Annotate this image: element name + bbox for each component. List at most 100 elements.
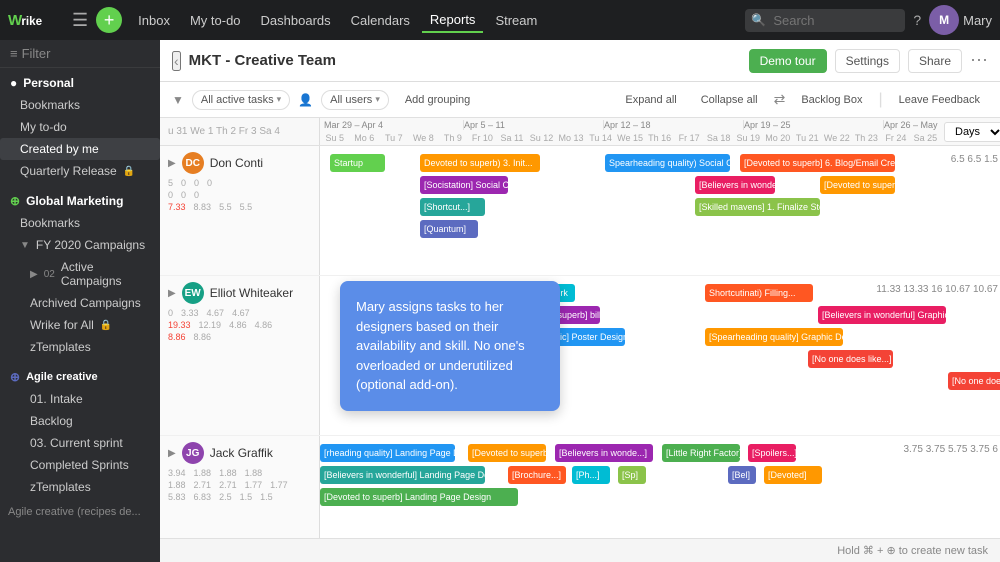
task-bar[interactable]: Startup (330, 154, 385, 172)
task-bar[interactable]: [Believers in wonde... (695, 176, 775, 194)
sidebar-item-personal[interactable]: ● Personal (0, 72, 160, 94)
content-area: ‹ MKT - Creative Team Demo tour Settings… (160, 40, 1000, 562)
sidebar-item-created-by-me[interactable]: Created by me (0, 138, 160, 160)
sidebar-item-backlog[interactable]: Backlog (0, 410, 160, 432)
task-bar[interactable]: [Bel] (728, 466, 756, 484)
date-group-2: Apr 5 – 11 (464, 120, 604, 130)
lock-icon: 🔒 (123, 166, 135, 177)
task-bar[interactable]: [Devoted to superb] Landing Page Design (320, 488, 518, 506)
person-name-elliot: Elliot Whiteaker (210, 286, 293, 300)
sidebar-item-quarterly-release[interactable]: Quarterly Release 🔒 (0, 160, 160, 182)
sidebar-item-completed-sprints[interactable]: Completed Sprints (0, 454, 160, 476)
nav-reports[interactable]: Reports (422, 8, 484, 33)
task-bar[interactable]: [Quantum] (420, 220, 478, 238)
hamburger-menu-button[interactable]: ☰ (68, 7, 92, 33)
back-button[interactable]: ‹ (172, 51, 181, 71)
personal-section: ● Personal Bookmarks My to-do Created by… (0, 68, 160, 186)
agile-icon: ⊕ (10, 370, 20, 384)
filter-label: Filter (22, 46, 51, 61)
task-bar[interactable]: [Spearheading quality] Graphic Design Wo… (705, 328, 843, 346)
content-toolbar: ‹ MKT - Creative Team Demo tour Settings… (160, 40, 1000, 82)
date-group-3: Apr 12 – 18 (604, 120, 744, 130)
person-numbers-don2: 000 (168, 190, 311, 200)
task-bar[interactable]: [Believers in wonderful] Landing Page De… (320, 466, 485, 484)
more-options-icon[interactable]: ⋯ (970, 50, 988, 71)
nav-mytodo[interactable]: My to-do (182, 9, 249, 32)
task-bar[interactable]: [Ph...] (572, 466, 610, 484)
person-numbers-don3: 7.338.835.55.5 (168, 202, 311, 212)
task-bar[interactable]: [Brochure...] (508, 466, 566, 484)
sidebar-item-global-bookmarks[interactable]: Bookmarks (0, 212, 160, 234)
task-bar[interactable]: [Devoted to superb] 6. Blog/Email Creati… (740, 154, 895, 172)
nav-dashboards[interactable]: Dashboards (253, 9, 339, 32)
date-group-4: Apr 19 – 25 (744, 120, 884, 130)
task-bar[interactable]: Shortcutinati) Filling... (705, 284, 813, 302)
search-input[interactable] (745, 9, 905, 32)
share-button[interactable]: Share (908, 49, 962, 73)
sidebar-item-bookmarks[interactable]: Bookmarks (0, 94, 160, 116)
filter-icon: ≡ (10, 46, 18, 61)
task-bar[interactable]: [rheading quality] Landing Page Design (320, 444, 455, 462)
avatar[interactable]: M (929, 5, 959, 35)
add-grouping-button[interactable]: Add grouping (397, 91, 478, 109)
sidebar-filter[interactable]: ≡ Filter (0, 40, 160, 68)
chevron-icon[interactable]: ▶ (168, 158, 176, 169)
date-group-1: Mar 29 – Apr 4 (324, 120, 464, 130)
sidebar-item-mytodo[interactable]: My to-do (0, 116, 160, 138)
task-bar[interactable]: [Devoted to superb] - (468, 444, 546, 462)
help-button[interactable]: ? (909, 8, 925, 32)
sidebar-item-fy2020[interactable]: ▼ FY 2020 Campaigns (0, 234, 160, 256)
sidebar-item-current-sprint[interactable]: 03. Current sprint (0, 432, 160, 454)
task-bar[interactable]: [Devoted to superb] S... (820, 176, 895, 194)
task-bar[interactable]: [No one does like...] (808, 350, 893, 368)
users-filter-chip[interactable]: All users ▾ (321, 90, 389, 110)
task-bar[interactable]: Spearheading quality) Social Con... (605, 154, 730, 172)
sidebar-item-agile-recipes[interactable]: Agile creative (recipes de... (0, 502, 160, 522)
sidebar-item-agile-creative[interactable]: ⊕ Agile creative (0, 366, 160, 388)
task-bar[interactable]: [Believers in wonde...] (555, 444, 653, 462)
leave-feedback-button[interactable]: Leave Feedback (891, 91, 988, 109)
sidebar-item-ztemplates-global[interactable]: zTemplates (0, 336, 160, 358)
gantt-chart-don: Startup Devoted to superb) 3. Init... Sp… (320, 146, 1000, 275)
sidebar-item-ztemplates-agile[interactable]: zTemplates (0, 476, 160, 498)
task-bar[interactable]: [No one does lik...] (948, 372, 1000, 390)
person-numbers-jack2: 1.882.712.711.771.77 (168, 480, 311, 490)
sidebar-item-active-campaigns[interactable]: ▶ 02 Active Campaigns (0, 256, 160, 292)
expand-all-button[interactable]: Expand all (617, 91, 684, 109)
chevron-icon[interactable]: ▶ (168, 288, 176, 299)
task-bar[interactable]: [Devoted] (764, 466, 822, 484)
page-title: MKT - Creative Team (189, 52, 336, 69)
sidebar-item-global-marketing[interactable]: ⊕ Global Marketing (0, 190, 160, 212)
demo-tour-button[interactable]: Demo tour (749, 49, 827, 73)
sync-icon[interactable]: ⇄ (774, 91, 786, 108)
nav-calendars[interactable]: Calendars (343, 9, 418, 32)
task-bar[interactable]: [Socistation] Social Co... (420, 176, 508, 194)
task-bar[interactable]: [Skilled mavens] 1. Finalize Storyboard (695, 198, 820, 216)
task-bar[interactable]: [Believers in wonderful] Graphic D... (818, 306, 946, 324)
task-bar[interactable]: [Shortcut...] (420, 198, 485, 216)
gantt-dates: Mar 29 – Apr 4 Apr 5 – 11 Apr 12 – 18 Ap… (320, 118, 940, 145)
task-bar[interactable]: [Sp] (618, 466, 646, 484)
sidebar-item-wrike-for-all[interactable]: Wrike for All 🔒 (0, 314, 160, 336)
add-button[interactable]: + (96, 7, 122, 33)
divider: | (879, 91, 883, 109)
task-bar[interactable]: Devoted to superb) 3. Init... (420, 154, 540, 172)
backlog-box-button[interactable]: Backlog Box (793, 91, 870, 109)
task-bar[interactable]: [Little Right Factor] P... (662, 444, 740, 462)
person-numbers-elliot3: 8.868.86 (168, 332, 311, 342)
sidebar-item-intake[interactable]: 01. Intake (0, 388, 160, 410)
users-filter-label: All users (330, 94, 372, 106)
settings-button[interactable]: Settings (835, 49, 900, 73)
nav-inbox[interactable]: Inbox (130, 9, 178, 32)
sidebar-item-archived-campaigns[interactable]: Archived Campaigns (0, 292, 160, 314)
chevron-down-icon: ▾ (375, 94, 380, 105)
nav-stream[interactable]: Stream (487, 9, 545, 32)
tasks-filter-chip[interactable]: All active tasks ▾ (192, 90, 290, 110)
days-select[interactable]: Days (944, 122, 1000, 142)
person-numbers-don: 5000 (168, 178, 311, 188)
app-logo[interactable]: W rike (8, 9, 58, 31)
chevron-icon[interactable]: ▶ (168, 448, 176, 459)
task-bar[interactable]: [Spoilers...] (748, 444, 796, 462)
collapse-all-button[interactable]: Collapse all (693, 91, 766, 109)
username-label[interactable]: Mary (963, 13, 992, 28)
